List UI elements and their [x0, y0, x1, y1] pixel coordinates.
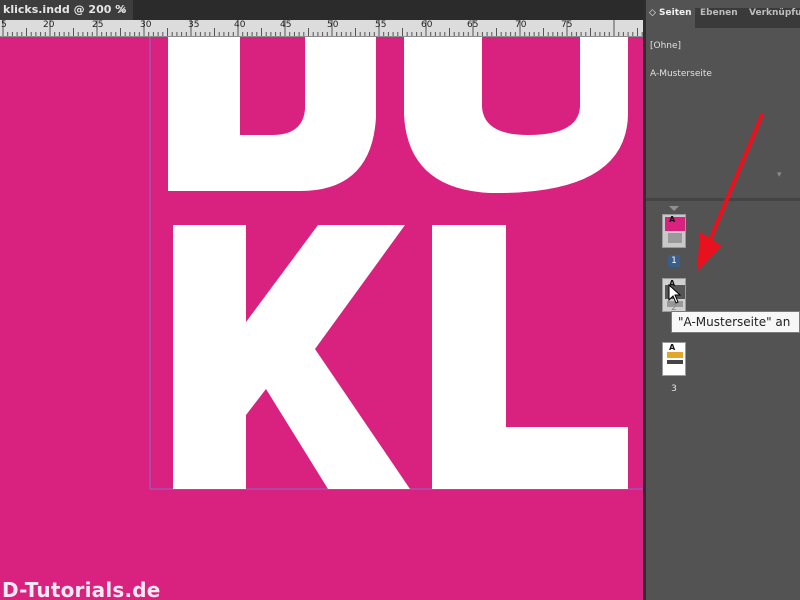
close-icon[interactable]: × — [118, 0, 127, 20]
tab-seiten[interactable]: ◇ Seiten — [646, 8, 695, 28]
page-1-master-prefix: A — [669, 215, 676, 224]
tab-ebenen[interactable]: Ebenen — [700, 8, 738, 28]
letter-o-shape — [404, 37, 628, 194]
letter-l-shape — [432, 225, 628, 489]
page-3-master-prefix: A — [669, 343, 676, 352]
page-thumbnail-1[interactable]: A — [662, 214, 686, 248]
horizontal-ruler[interactable]: 5 20 25 30 35 40 45 50 55 60 65 70 75 — [0, 20, 643, 37]
panel-tab-strip: ◇ Seiten Ebenen Verknüpfun — [646, 8, 800, 28]
letter-k-shape — [173, 225, 410, 489]
ruler-label: 5 — [1, 20, 7, 30]
document-tab-bar: klicks.indd @ 200 % × — [0, 0, 643, 20]
panel-divider[interactable] — [646, 198, 800, 201]
mouse-cursor-icon — [668, 284, 682, 304]
tooltip: "A-Musterseite" an — [671, 311, 800, 333]
scroll-icon[interactable]: ▾ — [777, 170, 782, 180]
ruler-label: 60 — [421, 20, 433, 30]
ruler-label: 50 — [327, 20, 339, 30]
ruler-label: 75 — [561, 20, 573, 30]
page-number-3: 3 — [671, 384, 677, 394]
document-tab[interactable]: klicks.indd @ 200 % × — [0, 0, 133, 20]
pages-panel: ◇ Seiten Ebenen Verknüpfun [Ohne] A-Must… — [643, 0, 800, 600]
tab-verknuepfungen[interactable]: Verknüpfun — [749, 8, 800, 28]
ruler-label: 55 — [375, 20, 387, 30]
document-canvas[interactable]: D-Tutorials.de — [0, 37, 643, 600]
letter-d-shape — [168, 37, 376, 191]
page-thumbnail-3[interactable]: A — [662, 342, 686, 376]
document-tab-label: klicks.indd @ 200 % — [3, 3, 127, 16]
ruler-label: 30 — [140, 20, 152, 30]
ruler-label: 25 — [92, 20, 104, 30]
ruler-label: 65 — [467, 20, 479, 30]
page-selection-marker-icon — [669, 206, 679, 211]
master-a-item[interactable]: A-Musterseite — [650, 69, 712, 79]
master-none-item[interactable]: [Ohne] — [650, 41, 681, 51]
ruler-label: 70 — [515, 20, 527, 30]
ruler-label: 40 — [234, 20, 246, 30]
page-number-1: 1 — [668, 255, 680, 267]
ruler-label: 20 — [43, 20, 55, 30]
ruler-label: 35 — [188, 20, 200, 30]
ruler-label: 45 — [280, 20, 292, 30]
watermark-text: D-Tutorials.de — [2, 578, 161, 600]
page-artwork — [149, 37, 643, 490]
